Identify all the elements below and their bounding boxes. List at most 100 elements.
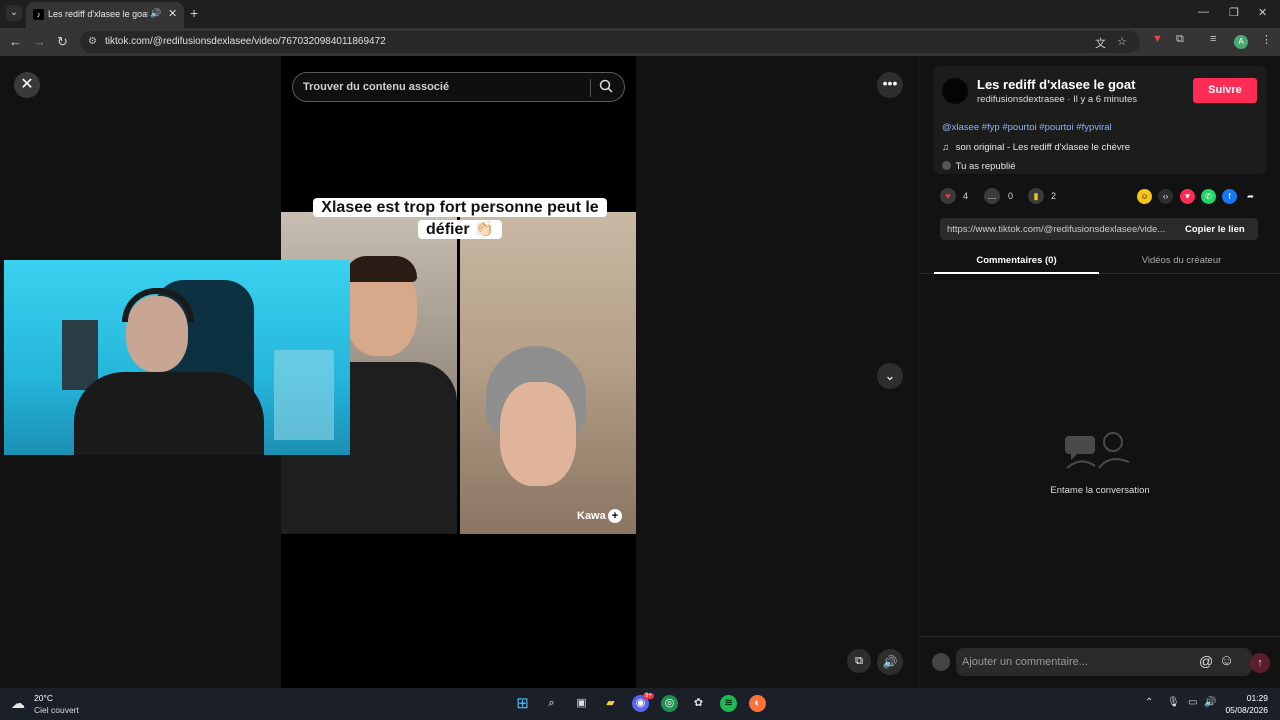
repost-row: Tu as republié [942,161,1016,172]
friends-share-icon[interactable]: ☺ [1137,189,1152,204]
like-icon[interactable]: ♥ [940,188,956,204]
browser-tab[interactable]: ♪ Les rediff d'xlasee le goat ( 🔊 ✕ [26,2,184,28]
whatsapp-icon[interactable]: ✆ [1201,189,1216,204]
clock-time[interactable]: 01:29 [1236,693,1268,703]
extension-icon[interactable]: ▼ [1152,33,1163,45]
network-icon[interactable]: ▭ [1188,697,1197,708]
video-link[interactable]: https://www.tiktok.com/@redifusionsdexla… [947,224,1175,235]
link-row: https://www.tiktok.com/@redifusionsdexla… [940,218,1258,240]
browser-menu-icon[interactable]: ⋮ [1261,33,1272,46]
active-tab-indicator [934,272,1099,274]
share-arrow-icon[interactable]: ➦ [1243,189,1258,204]
url-text[interactable]: tiktok.com/@redifusionsdexlasee/video/76… [105,36,386,47]
music-note-icon: ♫ [942,142,950,153]
address-bar[interactable]: ⚙ tiktok.com/@redifusionsdexlasee/video/… [80,31,1140,53]
back-icon[interactable]: ← [9,34,22,49]
browser-tabbar: ⌄ ♪ Les rediff d'xlasee le goat ( 🔊 ✕ + … [0,0,1280,28]
file-explorer-icon[interactable]: ▰ [602,695,619,712]
repost-avatar-icon [942,161,951,170]
author-name[interactable]: Les rediff d'xlasee le goat [977,77,1135,92]
webcam-cabinet [62,320,98,390]
sound-row[interactable]: ♫ son original - Les rediff d'xlasee le … [942,142,1130,153]
tab-close-icon[interactable]: ✕ [168,7,177,20]
more-options-icon[interactable]: ••• [877,72,903,98]
send-to-friends-icon[interactable]: ▼ [1180,189,1195,204]
empty-comments-text: Entame la conversation [1050,485,1150,496]
follow-plus-icon[interactable]: + [608,509,622,523]
embed-icon[interactable]: ‹› [1158,189,1173,204]
action-bar: ♥ 4 … 0 ▮ 2 ☺ ‹› ▼ ✆ f ➦ [933,186,1267,208]
tiktok-favicon-icon: ♪ [33,9,44,20]
site-info-icon[interactable]: ⚙ [88,36,97,47]
person-hair [345,256,417,282]
tab-creator-videos[interactable]: Vidéos du créateur [1099,255,1264,266]
video-area: ✕ Kawa + Xlasee est trop fort personne p… [0,56,918,688]
related-search[interactable]: Trouver du contenu associé [292,72,625,102]
repost-text: Tu as republié [955,161,1016,172]
translate-icon[interactable]: 文 [1095,35,1106,51]
discord-badge: 9+ [643,693,654,699]
microphone-icon[interactable]: 🎙 [1167,697,1180,708]
tab-search-icon[interactable]: ⌄ [6,5,22,21]
weather-temperature[interactable]: 20°C [34,693,53,703]
app-icon[interactable]: ✿ [690,695,707,712]
search-taskbar-icon[interactable]: ⌕ [543,695,560,712]
next-video-icon[interactable]: ⌄ [877,363,903,389]
reload-icon[interactable]: ↻ [57,34,68,50]
webcam-person-body [74,372,264,455]
new-tab-icon[interactable]: + [190,5,198,21]
search-divider [590,79,591,97]
tab-title: Les rediff d'xlasee le goat ( [48,9,148,19]
spotify-icon[interactable]: ≋ [720,695,737,712]
creator-tag[interactable]: Kawa [577,510,606,522]
video-info-card: Les rediff d'xlasee le goat redifusionsd… [933,66,1267,174]
facebook-icon[interactable]: f [1222,189,1237,204]
tab-audio-icon[interactable]: 🔊 [150,8,161,19]
video-caption-text: Xlasee est trop fort personne peut le dé… [313,198,607,239]
sound-title[interactable]: son original - Les rediff d'xlasee le ch… [956,142,1130,153]
volume-icon[interactable]: 🔊 [877,649,903,675]
copy-link-button[interactable]: Copier le lien [1185,224,1245,235]
my-avatar [932,653,950,671]
weather-cloud-icon[interactable]: ☁ [11,695,25,712]
follow-button[interactable]: Suivre [1193,78,1257,103]
picture-in-picture-icon[interactable]: ⧉ [847,649,871,673]
forward-icon[interactable]: → [33,34,46,49]
tiktok-page: ✕ Kawa + Xlasee est trop fort personne p… [0,56,1280,688]
clock-date[interactable]: 05/08/2026 [1220,705,1268,715]
task-view-icon[interactable]: ▣ [573,695,590,712]
like-count: 4 [963,191,969,201]
mention-icon[interactable]: @ [1199,653,1213,669]
start-icon[interactable]: ⊞ [514,695,531,712]
search-icon[interactable] [599,79,613,93]
speaker-icon[interactable]: 🔊 [1204,697,1216,708]
windows-taskbar: ☁ 20°C Ciel couvert ⊞ ⌕ ▣ ▰ ◉ 9+ ◎ ✿ ≋ ◐… [0,688,1280,720]
emoji-icon[interactable]: ☺ [1219,652,1234,669]
webcam-desk [274,350,334,440]
panel-tabs: Commentaires (0) Vidéos du créateur [919,250,1280,274]
comment-count: 0 [1008,191,1014,201]
window-close-icon[interactable]: ✕ [1258,6,1267,19]
browser-toolbar: ← → ↻ ⚙ tiktok.com/@redifusionsdexlasee/… [0,28,1280,56]
bookmark-icon[interactable]: ▮ [1028,188,1044,204]
chrome-icon[interactable]: ◎ [661,695,678,712]
send-comment-icon[interactable]: ↑ [1250,653,1270,673]
empty-comments-icon [1065,432,1130,469]
weather-description[interactable]: Ciel couvert [34,705,79,715]
tray-chevron-icon[interactable]: ⌃ [1145,697,1153,708]
comment-icon[interactable]: … [984,188,1000,204]
firefox-icon[interactable]: ◐ [749,695,766,712]
bookmark-star-icon[interactable]: ☆ [1117,35,1127,48]
author-avatar[interactable] [942,78,968,104]
search-placeholder[interactable]: Trouver du contenu associé [303,81,449,93]
close-video-icon[interactable]: ✕ [14,72,40,98]
profile-avatar-icon[interactable]: A [1234,35,1248,49]
video-right-panel [460,212,636,534]
hashtags[interactable]: @xlasee #fyp #pourtoi #pourtoi #fypviral [942,122,1112,133]
minimize-icon[interactable]: — [1198,6,1209,18]
media-control-icon[interactable]: ≡ [1210,33,1216,45]
tab-comments[interactable]: Commentaires (0) [934,255,1099,266]
restore-icon[interactable]: ❐ [1229,6,1239,19]
extensions-puzzle-icon[interactable]: ⧉ [1176,33,1184,46]
save-count: 2 [1051,191,1057,201]
